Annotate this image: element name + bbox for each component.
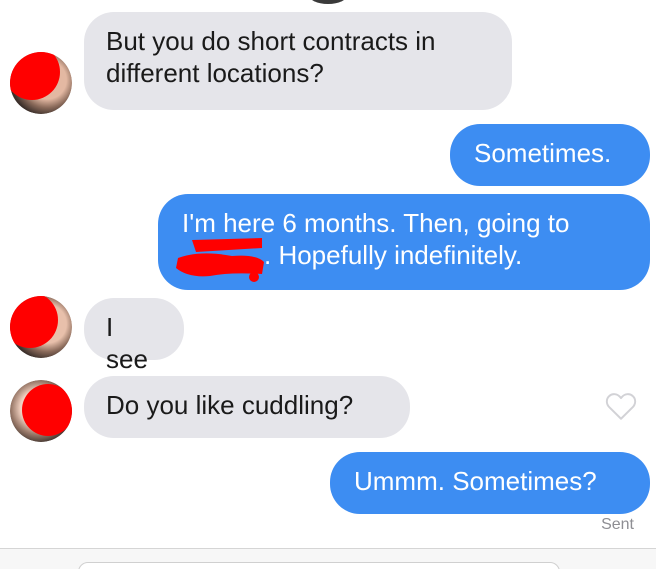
message-text: Sometimes. — [474, 138, 612, 168]
message-text: Do you like cuddling? — [106, 390, 354, 420]
message-bubble-incoming[interactable]: Do you like cuddling? — [84, 376, 410, 438]
top-avatar-edge — [308, 0, 348, 4]
message-text: . Hopefully indefinitely. — [264, 240, 523, 270]
avatar[interactable] — [10, 296, 72, 358]
message-input[interactable] — [78, 562, 560, 569]
avatar-redaction — [22, 384, 72, 436]
message-text: different locations? — [106, 58, 324, 88]
message-text: But you do short contracts in — [106, 26, 436, 56]
text-redaction — [176, 238, 264, 282]
message-bubble-outgoing[interactable]: Sometimes. — [450, 124, 650, 186]
delivery-status: Sent — [601, 516, 634, 533]
avatar[interactable] — [10, 52, 72, 114]
heart-outline-icon[interactable] — [603, 388, 639, 424]
chat-screen: But you do short contracts in different … — [0, 0, 656, 569]
avatar[interactable] — [10, 380, 72, 442]
message-bubble-incoming[interactable]: But you do short contracts in different … — [84, 12, 512, 110]
message-bubble-incoming[interactable]: I see — [84, 298, 184, 374]
message-text: Ummm. Sometimes? — [354, 466, 597, 496]
message-text: I see — [106, 312, 148, 374]
message-bubble-outgoing[interactable]: Ummm. Sometimes? — [330, 452, 650, 514]
